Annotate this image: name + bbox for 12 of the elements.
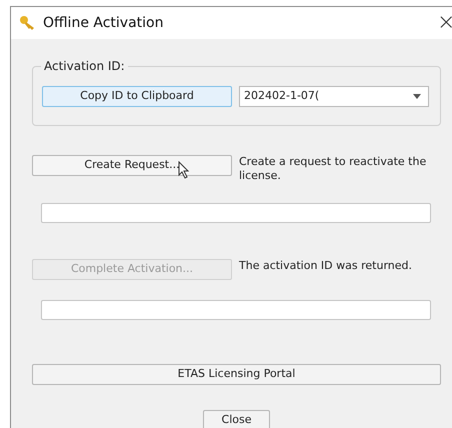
text-field[interactable] <box>41 203 431 223</box>
key-icon <box>19 15 37 31</box>
dropdown-arrow-icon <box>413 94 421 99</box>
window-title: Offline Activation <box>43 14 164 32</box>
action-button[interactable]: Create Request... <box>32 155 232 176</box>
step-description: The activation ID was returned. <box>239 259 413 273</box>
step-description: Create a request to reactivate the license. <box>239 155 428 183</box>
close-button[interactable]: Close <box>203 410 270 428</box>
copy-button[interactable]: Copy ID to Clipboard <box>42 86 232 107</box>
id-combo[interactable]: 202402-1-07( <box>239 86 429 107</box>
portal-button[interactable]: ETAS Licensing Portal <box>32 364 441 385</box>
text-field[interactable] <box>41 300 431 320</box>
